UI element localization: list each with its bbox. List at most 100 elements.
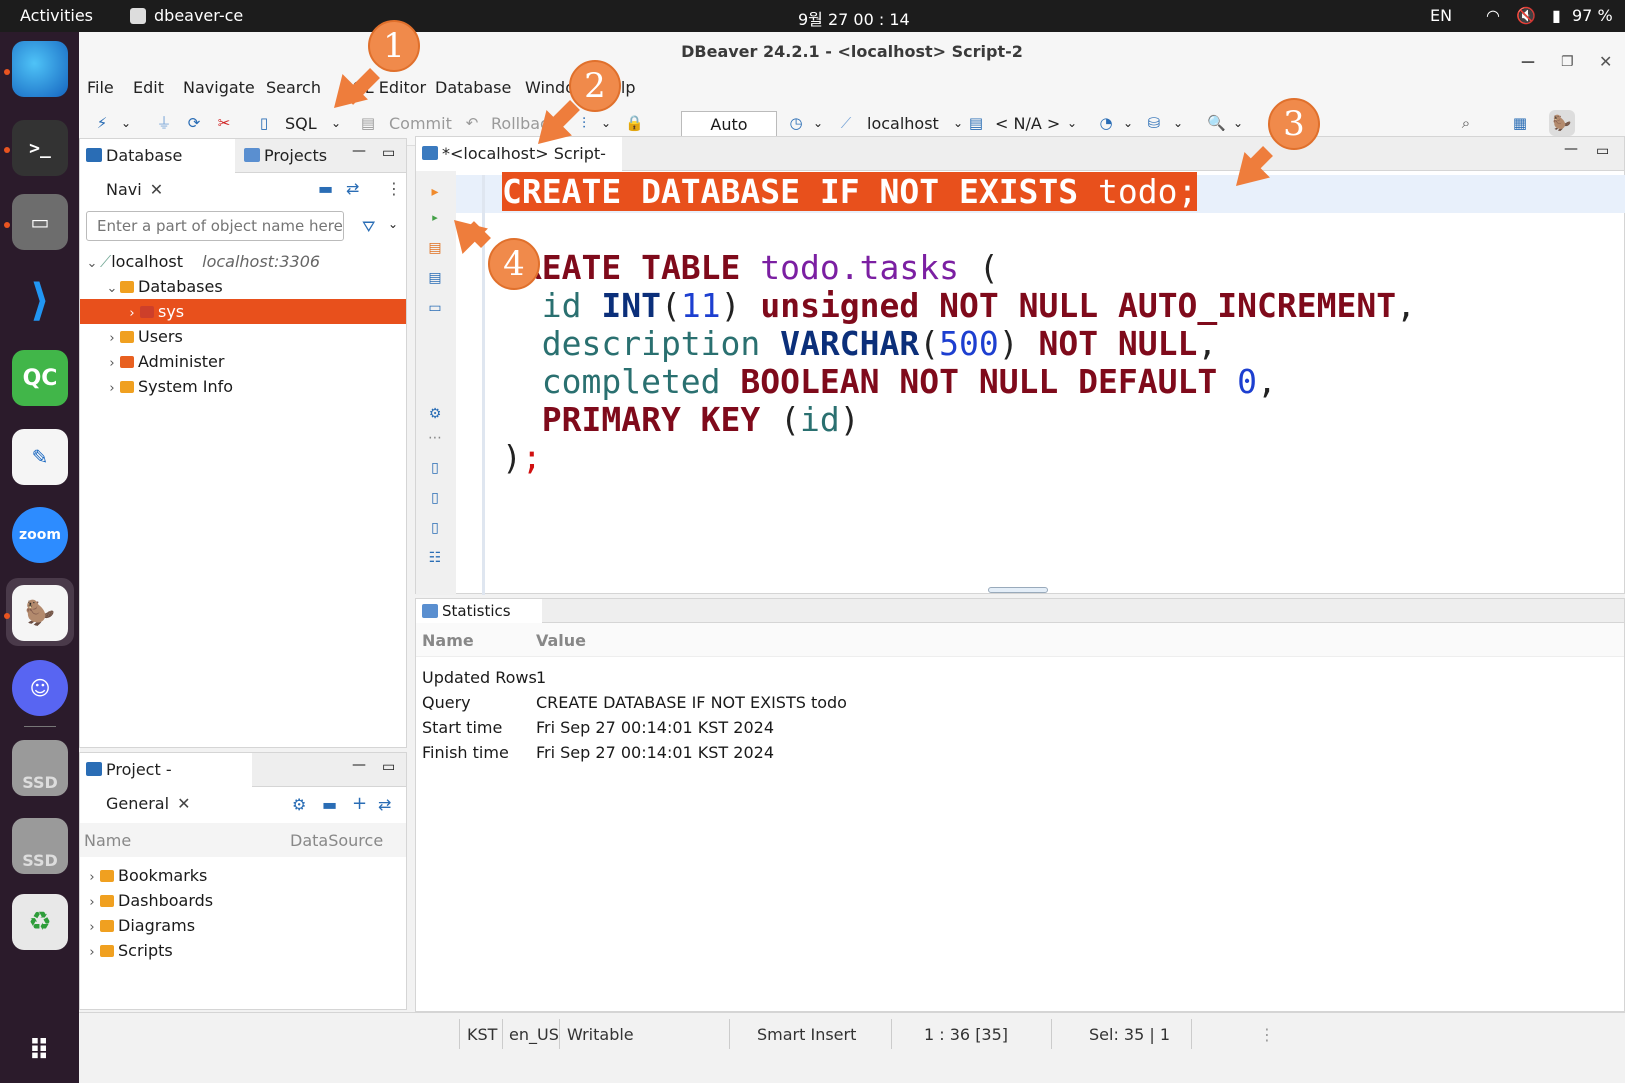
status-timezone[interactable]: KST xyxy=(467,1025,497,1044)
tab-statistics-1[interactable]: Statistics 1✕ xyxy=(416,599,542,644)
status-menu-icon[interactable]: ⋮ xyxy=(1259,1025,1275,1044)
chevron-right-icon[interactable]: › xyxy=(84,890,100,915)
close-icon[interactable]: ✕ xyxy=(150,180,163,199)
chevron-down-icon[interactable]: ⌄ xyxy=(117,114,135,132)
view-menu-icon[interactable]: ⋮ xyxy=(386,179,402,198)
tab-script-2[interactable]: *<localhost> Script-2✕ xyxy=(416,137,622,197)
trash-icon[interactable]: ♻ xyxy=(12,894,68,950)
status-writable[interactable]: Writable xyxy=(567,1025,634,1044)
edge-icon[interactable] xyxy=(12,41,68,97)
zoom-icon[interactable]: zoom xyxy=(12,507,68,563)
tab-projects[interactable]: Projects xyxy=(238,139,358,173)
activities-button[interactable]: Activities xyxy=(20,6,93,25)
table-row[interactable]: Updated Rows 1 xyxy=(422,665,546,690)
variables-icon[interactable]: ▯ xyxy=(426,519,444,537)
connect-icon[interactable]: ⏚ xyxy=(155,114,173,132)
transaction-mode-icon[interactable]: ⫶ xyxy=(575,114,593,132)
ssd-drive-icon[interactable]: SSD xyxy=(12,740,68,796)
project-item-bookmarks[interactable]: › Bookmarks xyxy=(80,863,406,888)
minimize-icon[interactable]: — xyxy=(352,143,366,159)
sql-code-area[interactable]: CREATE DATABASE IF NOT EXISTS todo; CREA… xyxy=(502,172,1416,477)
text-editor-icon[interactable]: ✎ xyxy=(12,429,68,485)
menu-search[interactable]: Search xyxy=(266,78,321,97)
maximize-icon[interactable]: ▭ xyxy=(382,759,395,775)
chevron-right-icon[interactable]: › xyxy=(104,351,120,376)
reconnect-icon[interactable]: ⟳ xyxy=(185,114,203,132)
qt-creator-icon[interactable]: QC xyxy=(12,350,68,406)
project-item-scripts[interactable]: › Scripts xyxy=(80,938,406,963)
sql-button[interactable]: SQL xyxy=(285,114,317,133)
chevron-down-icon[interactable]: ⌄ xyxy=(388,217,398,231)
files-icon[interactable]: ▭ xyxy=(12,194,68,250)
terminal-icon[interactable]: >_ xyxy=(12,120,68,176)
app-grid-icon[interactable]: ⠿ xyxy=(12,1022,68,1078)
input-language[interactable]: EN xyxy=(1430,6,1452,25)
status-locale[interactable]: en_US xyxy=(509,1025,559,1044)
execute-statement-icon[interactable]: ▸ xyxy=(426,183,444,201)
search-icon[interactable]: ⌕ xyxy=(1457,114,1475,132)
tree-node-sys[interactable]: › sys xyxy=(80,299,406,324)
column-name[interactable]: Name xyxy=(422,631,474,650)
menu-edit[interactable]: Edit xyxy=(133,78,164,97)
wifi-icon[interactable]: ◠ xyxy=(1486,6,1500,25)
export-icon[interactable]: ▯ xyxy=(426,459,444,477)
column-value[interactable]: Value xyxy=(536,631,586,650)
ssd-drive-icon[interactable]: SSD xyxy=(12,818,68,874)
focused-app-name[interactable]: dbeaver-ce xyxy=(154,6,243,25)
active-schema-selector[interactable]: < N/A > xyxy=(995,114,1060,133)
chevron-right-icon[interactable]: › xyxy=(84,940,100,965)
menu-navigate[interactable]: Navigate xyxy=(183,78,255,97)
minimize-icon[interactable]: — xyxy=(1564,141,1578,157)
add-icon[interactable]: + xyxy=(352,793,367,814)
status-insert-mode[interactable]: Smart Insert xyxy=(757,1025,856,1044)
tasks-icon[interactable]: ⛁ xyxy=(1145,114,1163,132)
maximize-icon[interactable]: ▭ xyxy=(382,145,395,161)
load-script-icon[interactable]: ▯ xyxy=(426,489,444,507)
tree-node-administer[interactable]: › Administer xyxy=(80,349,406,374)
configure-gear-icon[interactable]: ⚙ xyxy=(292,795,306,814)
tree-node-databases[interactable]: ⌄ Databases xyxy=(80,274,406,299)
chevron-down-icon[interactable]: ⌄ xyxy=(809,114,827,132)
chevron-down-icon[interactable]: ⌄ xyxy=(1119,114,1137,132)
auto-commit-mode[interactable]: Auto xyxy=(681,111,777,139)
history-icon[interactable]: ◷ xyxy=(787,114,805,132)
tree-node-users[interactable]: › Users xyxy=(80,324,406,349)
close-icon[interactable]: ✕ xyxy=(177,794,190,813)
chevron-down-icon[interactable]: ⌄ xyxy=(597,114,615,132)
column-datasource[interactable]: DataSource xyxy=(290,831,383,850)
clock[interactable]: 9월 27 00 : 14 xyxy=(798,6,910,30)
lock-icon[interactable]: 🔒 xyxy=(625,114,644,132)
perspective-icon[interactable]: ▦ xyxy=(1511,114,1529,132)
find-icon[interactable]: 🔍 xyxy=(1207,114,1226,132)
panel-splitter-handle[interactable] xyxy=(988,587,1048,593)
link-icon[interactable]: ⇄ xyxy=(378,795,391,814)
vscode-icon[interactable]: ⟩ xyxy=(12,272,68,328)
object-filter-input[interactable] xyxy=(86,211,344,241)
chevron-right-icon[interactable]: › xyxy=(84,915,100,940)
minimize-icon[interactable]: — xyxy=(352,757,366,773)
new-connection-icon[interactable]: ⚡ xyxy=(93,114,111,132)
commit-button[interactable]: Commit xyxy=(389,114,452,133)
chevron-down-icon[interactable]: ⌄ xyxy=(1169,114,1187,132)
battery-icon[interactable]: ▮ xyxy=(1552,6,1561,25)
dashboard-icon[interactable]: ◔ xyxy=(1097,114,1115,132)
menu-database[interactable]: Database xyxy=(435,78,511,97)
chevron-down-icon[interactable]: ⌄ xyxy=(1063,114,1081,132)
sql-editor-icon[interactable]: ▯ xyxy=(255,114,273,132)
table-row[interactable]: Finish time Fri Sep 27 00:14:01 KST 2024 xyxy=(422,740,774,765)
status-selection[interactable]: Sel: 35 | 1 xyxy=(1089,1025,1170,1044)
menu-file[interactable]: File xyxy=(87,78,114,97)
chevron-right-icon[interactable]: › xyxy=(104,376,120,401)
filter-icon[interactable]: ⛛ xyxy=(362,217,375,237)
chevron-down-icon[interactable]: ⌄ xyxy=(84,251,100,276)
column-name[interactable]: Name xyxy=(84,831,131,850)
chevron-right-icon[interactable]: › xyxy=(124,301,140,326)
tab-database-navigator[interactable]: Database Navi ✕ xyxy=(80,139,235,199)
discord-icon[interactable]: ☺ xyxy=(12,660,68,716)
project-item-diagrams[interactable]: › Diagrams xyxy=(80,913,406,938)
execute-in-new-tab-icon[interactable]: ▸ xyxy=(426,209,444,227)
tree-node-localhost[interactable]: ⌄ ⟋localhost localhost:3306 xyxy=(80,249,406,274)
volume-muted-icon[interactable]: 🔇 xyxy=(1516,6,1536,25)
dbeaver-icon[interactable]: 🦫 xyxy=(12,585,68,641)
active-connection-selector[interactable]: localhost xyxy=(867,114,939,133)
